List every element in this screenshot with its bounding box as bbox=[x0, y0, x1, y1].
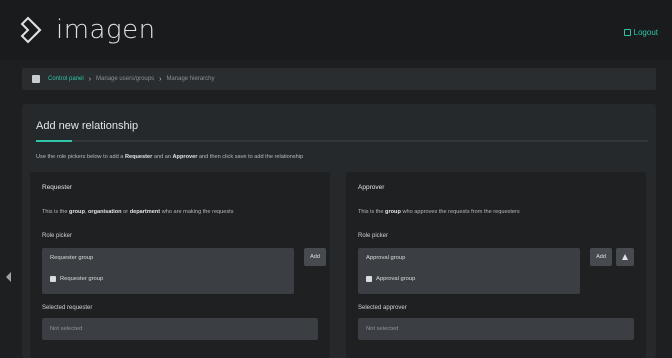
title-divider bbox=[36, 140, 648, 142]
top-bar: imagen Logout bbox=[0, 0, 672, 60]
selected-requester-field: Not selected bbox=[42, 318, 318, 340]
breadcrumb-manage-hierarchy: Manage hierarchy bbox=[166, 76, 215, 82]
breadcrumb-control-panel[interactable]: Control panel bbox=[48, 76, 84, 82]
requester-picker-input[interactable]: Requester group bbox=[50, 255, 93, 261]
app-name: imagen bbox=[56, 15, 156, 45]
logout-icon bbox=[623, 29, 631, 36]
selected-approver-label: Selected approver bbox=[358, 305, 407, 311]
approver-column: Approver This is the group who approves … bbox=[346, 172, 646, 358]
logout-label: Logout bbox=[633, 28, 658, 37]
breadcrumb: Control panel › Manage users/groups › Ma… bbox=[22, 68, 656, 90]
requester-role-picker[interactable]: Requester group Requester group bbox=[42, 248, 294, 294]
person-icon bbox=[622, 254, 628, 260]
group-icon bbox=[366, 276, 372, 282]
breadcrumb-manage-users-groups[interactable]: Manage users/groups bbox=[96, 76, 154, 82]
chevron-right-icon: › bbox=[88, 75, 92, 83]
group-icon bbox=[50, 276, 56, 282]
chevron-right-icon: › bbox=[159, 75, 162, 83]
requester-title: Requester bbox=[42, 184, 72, 191]
approver-description: This is the group who approves the reque… bbox=[358, 209, 520, 215]
intro-text: Use the role pickers below to add a Requ… bbox=[36, 154, 304, 160]
add-relationship-panel: Add new relationship Use the role picker… bbox=[22, 104, 656, 358]
approval-group-option[interactable]: Approval group bbox=[366, 276, 415, 282]
selected-requester-label: Selected requester bbox=[42, 305, 93, 311]
approver-role-picker[interactable]: Approval group Approval group bbox=[358, 248, 580, 294]
home-icon[interactable] bbox=[32, 75, 40, 83]
panel-title: Add new relationship bbox=[36, 120, 139, 132]
approver-picker-input[interactable]: Approval group bbox=[366, 255, 405, 261]
selected-approver-field: Not selected bbox=[358, 318, 634, 340]
requester-group-option[interactable]: Requester group bbox=[50, 276, 103, 282]
approver-role-picker-label: Role picker bbox=[358, 233, 389, 239]
approver-title: Approver bbox=[358, 184, 385, 191]
app-logo[interactable]: imagen bbox=[18, 14, 156, 46]
requester-role-picker-label: Role picker bbox=[42, 233, 73, 239]
approver-add-button[interactable]: Add bbox=[590, 248, 612, 266]
title-divider-accent bbox=[36, 140, 72, 142]
imagen-logo-icon bbox=[20, 16, 42, 44]
logout-button[interactable]: Logout bbox=[623, 28, 658, 37]
requester-add-button[interactable]: Add bbox=[304, 248, 326, 266]
requester-column: Requester This is the group, organisatio… bbox=[30, 172, 330, 358]
approver-person-button[interactable] bbox=[616, 248, 634, 266]
chevron-left-icon[interactable] bbox=[6, 272, 11, 282]
requester-description: This is the group, organisation or depar… bbox=[42, 209, 234, 215]
